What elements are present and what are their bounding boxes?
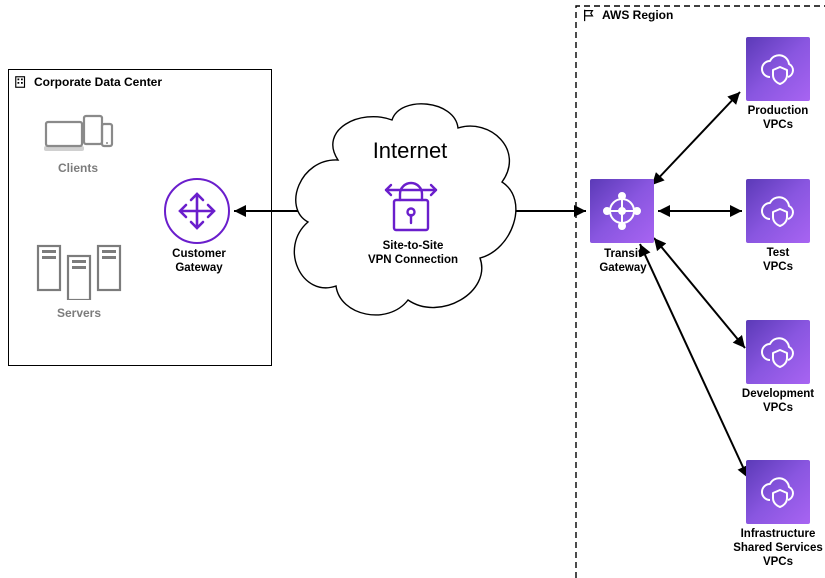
test-vpcs-label: Test VPCs (736, 247, 820, 275)
flag-icon (582, 8, 596, 22)
servers-label: Servers (44, 306, 114, 320)
corporate-region-header: Corporate Data Center (14, 75, 162, 89)
customer-gateway-label: Customer Gateway (160, 248, 238, 276)
transit-gateway-label: Transit Gateway (584, 248, 662, 276)
building-icon (14, 75, 28, 89)
test-vpcs-icon (746, 179, 810, 243)
production-vpcs-label: Production VPCs (732, 105, 824, 133)
development-vpcs-icon (746, 320, 810, 384)
transit-gateway-icon (590, 179, 654, 243)
development-vpcs-label: Development VPCs (728, 388, 825, 416)
customer-gateway-icon (164, 178, 230, 244)
clients-icon (44, 112, 114, 156)
vpn-label: Site-to-Site VPN Connection (356, 240, 470, 268)
vpn-icon (384, 176, 438, 234)
internet-title: Internet (360, 138, 460, 164)
corporate-region-title: Corporate Data Center (34, 75, 162, 89)
aws-region-header: AWS Region (582, 8, 673, 22)
aws-region-title: AWS Region (602, 8, 673, 22)
infrastructure-vpcs-label: Infrastructure Shared Services VPCs (720, 528, 825, 569)
diagram-stage: Corporate Data Center Clients (0, 0, 825, 578)
servers-icon (36, 244, 122, 300)
production-vpcs-icon (746, 37, 810, 101)
infrastructure-vpcs-icon (746, 460, 810, 524)
clients-label: Clients (45, 161, 111, 175)
